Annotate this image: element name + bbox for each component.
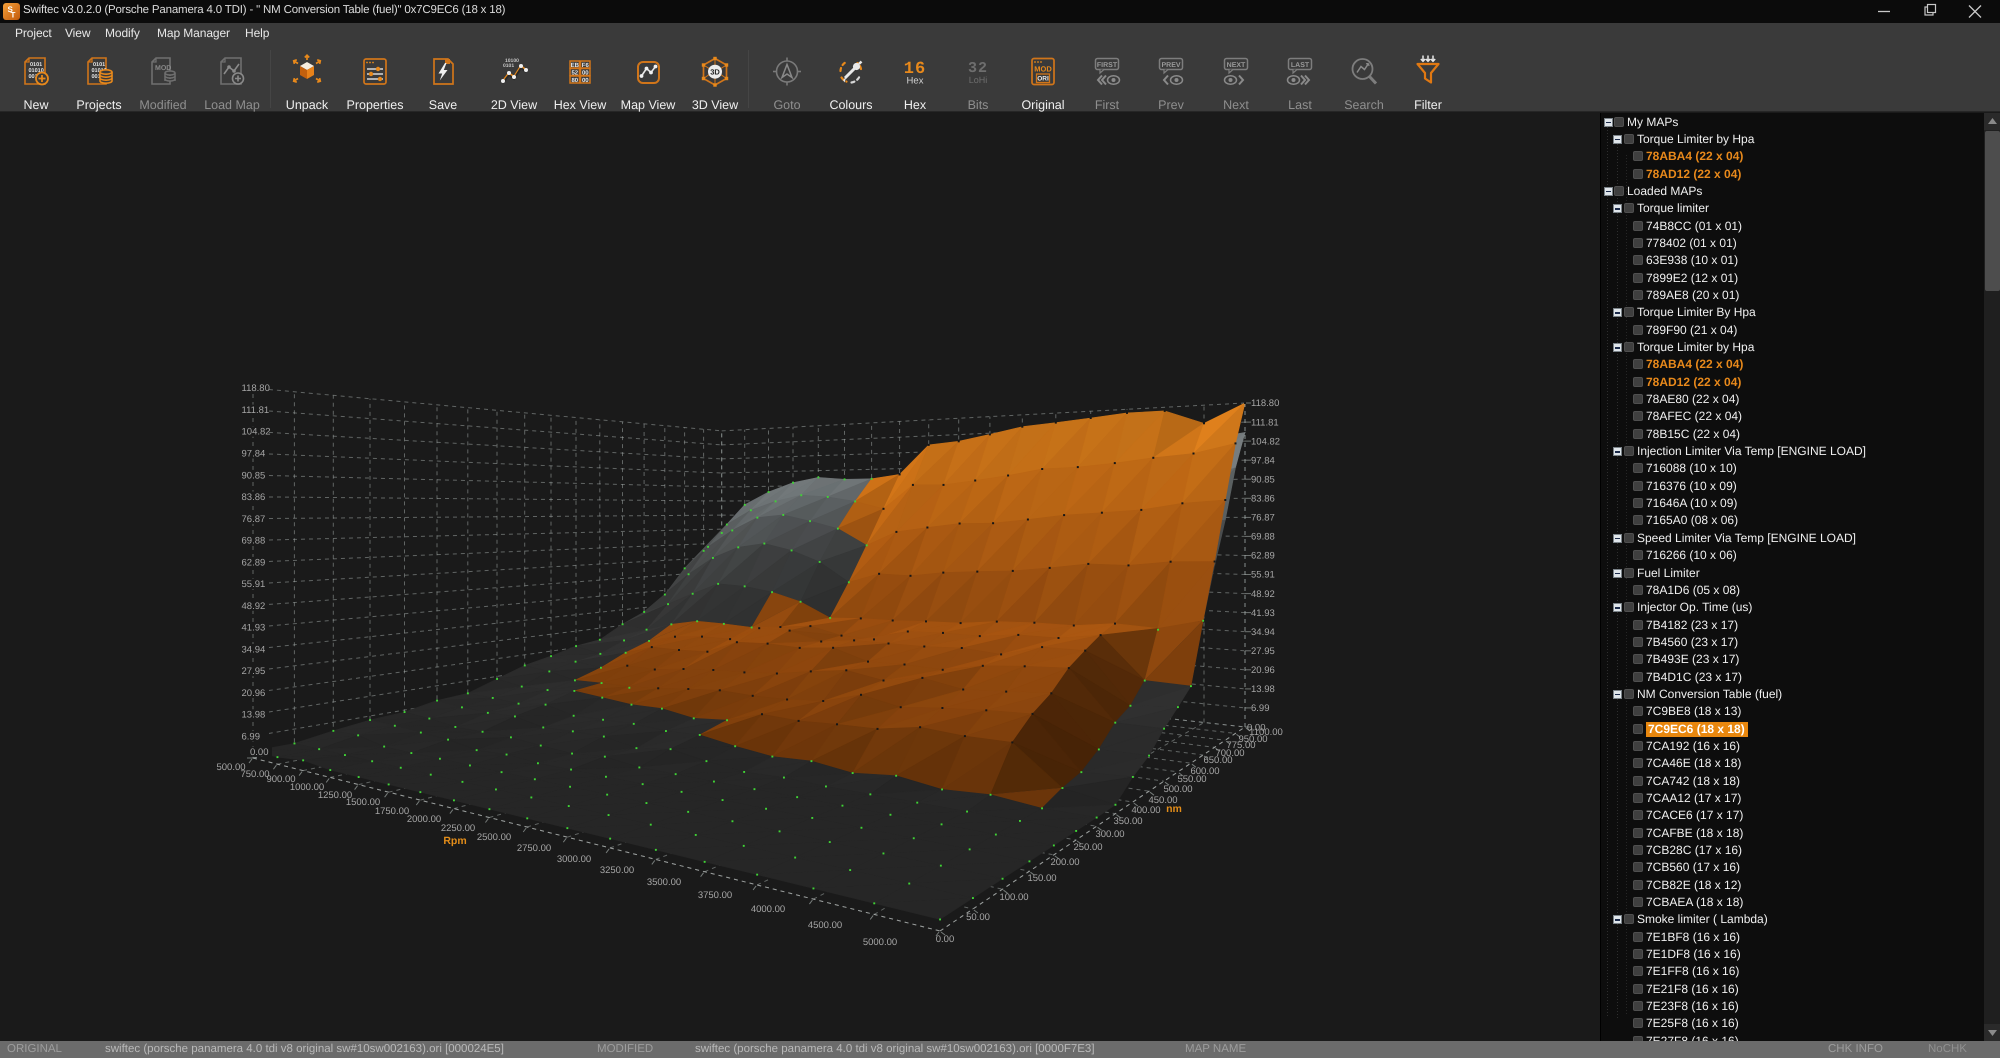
svg-text:2250.00: 2250.00 bbox=[441, 823, 475, 834]
svg-text:55.91: 55.91 bbox=[242, 579, 266, 590]
svg-text:Hex: Hex bbox=[907, 76, 924, 87]
svg-text:F6: F6 bbox=[582, 62, 590, 69]
svg-text:3750.00: 3750.00 bbox=[698, 890, 732, 901]
svg-text:90.85: 90.85 bbox=[242, 470, 266, 481]
svg-text:13.98: 13.98 bbox=[1251, 684, 1275, 695]
svg-text:104.82: 104.82 bbox=[242, 427, 271, 438]
svg-text:Rpm: Rpm bbox=[443, 835, 466, 847]
svg-text:750.00: 750.00 bbox=[240, 769, 269, 780]
svg-text:48.92: 48.92 bbox=[1251, 589, 1275, 600]
svg-text:250.00: 250.00 bbox=[1073, 842, 1102, 853]
svg-text:48.92: 48.92 bbox=[242, 601, 266, 612]
svg-text:34.94: 34.94 bbox=[1251, 627, 1275, 638]
svg-text:3D: 3D bbox=[710, 68, 720, 77]
svg-text:104.82: 104.82 bbox=[1251, 436, 1280, 447]
svg-text:118.80: 118.80 bbox=[242, 383, 270, 394]
svg-text:0101: 0101 bbox=[503, 63, 514, 69]
svg-text:27.95: 27.95 bbox=[242, 666, 266, 677]
svg-text:4000.00: 4000.00 bbox=[751, 904, 785, 915]
svg-text:55.91: 55.91 bbox=[1251, 570, 1275, 581]
svg-text:3250.00: 3250.00 bbox=[600, 865, 634, 876]
svg-text:76.87: 76.87 bbox=[242, 514, 266, 525]
svg-text:ORI: ORI bbox=[1037, 76, 1049, 83]
svg-text:97.84: 97.84 bbox=[242, 449, 266, 460]
svg-text:80: 80 bbox=[571, 77, 578, 84]
svg-text:62.89: 62.89 bbox=[1251, 551, 1275, 562]
svg-text:00: 00 bbox=[582, 69, 589, 76]
svg-text:111.81: 111.81 bbox=[242, 405, 270, 416]
svg-text:nm: nm bbox=[1166, 803, 1182, 815]
svg-text:00: 00 bbox=[582, 77, 589, 84]
svg-text:50.00: 50.00 bbox=[966, 912, 990, 923]
svg-text:41.93: 41.93 bbox=[242, 623, 266, 634]
svg-text:MOD: MOD bbox=[1034, 65, 1052, 74]
svg-text:6.99: 6.99 bbox=[242, 731, 261, 742]
svg-text:20.96: 20.96 bbox=[1251, 665, 1275, 676]
svg-text:600.00: 600.00 bbox=[1190, 766, 1219, 777]
svg-text:62.89: 62.89 bbox=[242, 557, 266, 568]
svg-text:69.88: 69.88 bbox=[242, 536, 266, 547]
svg-text:NEXT: NEXT bbox=[1227, 62, 1246, 69]
svg-text:400.00: 400.00 bbox=[1131, 805, 1160, 816]
svg-text:5000.00: 5000.00 bbox=[863, 937, 897, 948]
svg-text:83.86: 83.86 bbox=[242, 492, 266, 503]
svg-text:3500.00: 3500.00 bbox=[647, 877, 681, 888]
svg-text:PREV: PREV bbox=[1161, 62, 1180, 69]
svg-text:97.84: 97.84 bbox=[1251, 455, 1275, 466]
svg-text:27.95: 27.95 bbox=[1251, 646, 1275, 657]
svg-text:13.98: 13.98 bbox=[242, 710, 266, 721]
svg-text:200.00: 200.00 bbox=[1050, 857, 1079, 868]
svg-text:1750.00: 1750.00 bbox=[375, 806, 409, 817]
svg-text:0.00: 0.00 bbox=[250, 747, 269, 758]
svg-text:111.81: 111.81 bbox=[1251, 417, 1279, 428]
svg-text:2750.00: 2750.00 bbox=[517, 843, 551, 854]
svg-text:1100.00: 1100.00 bbox=[1249, 727, 1283, 738]
svg-text:34.94: 34.94 bbox=[242, 644, 266, 655]
svg-text:69.88: 69.88 bbox=[1251, 532, 1275, 543]
svg-text:100.00: 100.00 bbox=[999, 892, 1028, 903]
svg-text:500.00: 500.00 bbox=[1163, 784, 1192, 795]
svg-text:EB: EB bbox=[571, 62, 580, 69]
svg-text:0.00: 0.00 bbox=[936, 934, 955, 945]
svg-text:3000.00: 3000.00 bbox=[557, 854, 591, 865]
svg-text:350.00: 350.00 bbox=[1113, 816, 1142, 827]
svg-text:FIRST: FIRST bbox=[1097, 62, 1118, 69]
svg-text:6.99: 6.99 bbox=[1251, 703, 1270, 714]
svg-text:LoHi: LoHi bbox=[969, 75, 988, 85]
svg-text:2000.00: 2000.00 bbox=[407, 814, 441, 825]
svg-text:41.93: 41.93 bbox=[1251, 608, 1275, 619]
svg-text:118.80: 118.80 bbox=[1251, 398, 1279, 409]
svg-text:300.00: 300.00 bbox=[1095, 829, 1124, 840]
svg-text:4500.00: 4500.00 bbox=[808, 920, 842, 931]
svg-text:2500.00: 2500.00 bbox=[477, 832, 511, 843]
svg-text:76.87: 76.87 bbox=[1251, 513, 1275, 524]
svg-text:83.86: 83.86 bbox=[1251, 494, 1275, 505]
svg-text:52: 52 bbox=[571, 69, 578, 76]
svg-text:LAST: LAST bbox=[1291, 62, 1310, 69]
svg-text:150.00: 150.00 bbox=[1027, 873, 1056, 884]
svg-text:90.85: 90.85 bbox=[1251, 474, 1275, 485]
svg-text:T: T bbox=[11, 11, 16, 20]
svg-text:20.96: 20.96 bbox=[242, 688, 266, 699]
